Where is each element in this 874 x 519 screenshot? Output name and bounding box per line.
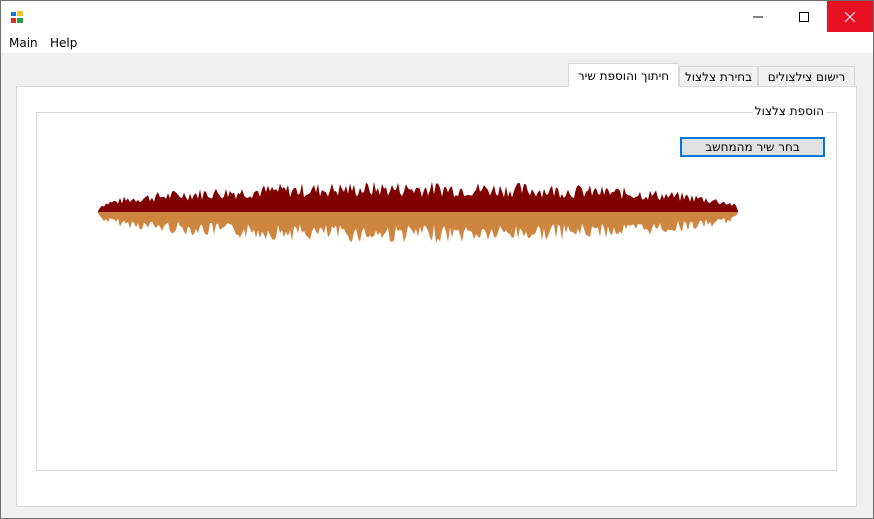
app-icon	[10, 10, 24, 24]
waveform-lower	[98, 212, 738, 243]
title-bar[interactable]	[1, 1, 873, 33]
tab-ringtone-registration[interactable]: רישום צילצולים	[758, 66, 855, 86]
close-button[interactable]	[827, 1, 873, 32]
waveform-upper	[98, 181, 738, 212]
client-area: רישום צילצולים בחירת צלצול חיתוך והוספת …	[1, 53, 873, 518]
close-icon	[845, 11, 855, 22]
menu-help[interactable]: Help	[50, 36, 77, 50]
minimize-icon	[753, 16, 763, 17]
tab-ringtone-selection[interactable]: בחירת צלצול	[679, 66, 758, 86]
group-title: הוספת צלצול	[752, 104, 826, 118]
audio-waveform	[98, 181, 738, 243]
add-ringtone-group: הוספת צלצול בחר שיר מהמחשב	[36, 104, 837, 471]
choose-song-button[interactable]: בחר שיר מהמחשב	[680, 137, 825, 157]
minimize-button[interactable]	[735, 1, 781, 32]
tab-cut-and-add-song[interactable]: חיתוך והוספת שיר	[568, 63, 679, 87]
menu-bar: Main Help	[1, 33, 873, 53]
maximize-button[interactable]	[781, 1, 827, 32]
maximize-icon	[799, 11, 809, 22]
menu-main[interactable]: Main	[9, 36, 38, 50]
tab-panel: הוספת צלצול בחר שיר מהמחשב	[16, 86, 857, 507]
app-window: Main Help רישום צילצולים בחירת צלצול חית…	[0, 0, 874, 519]
